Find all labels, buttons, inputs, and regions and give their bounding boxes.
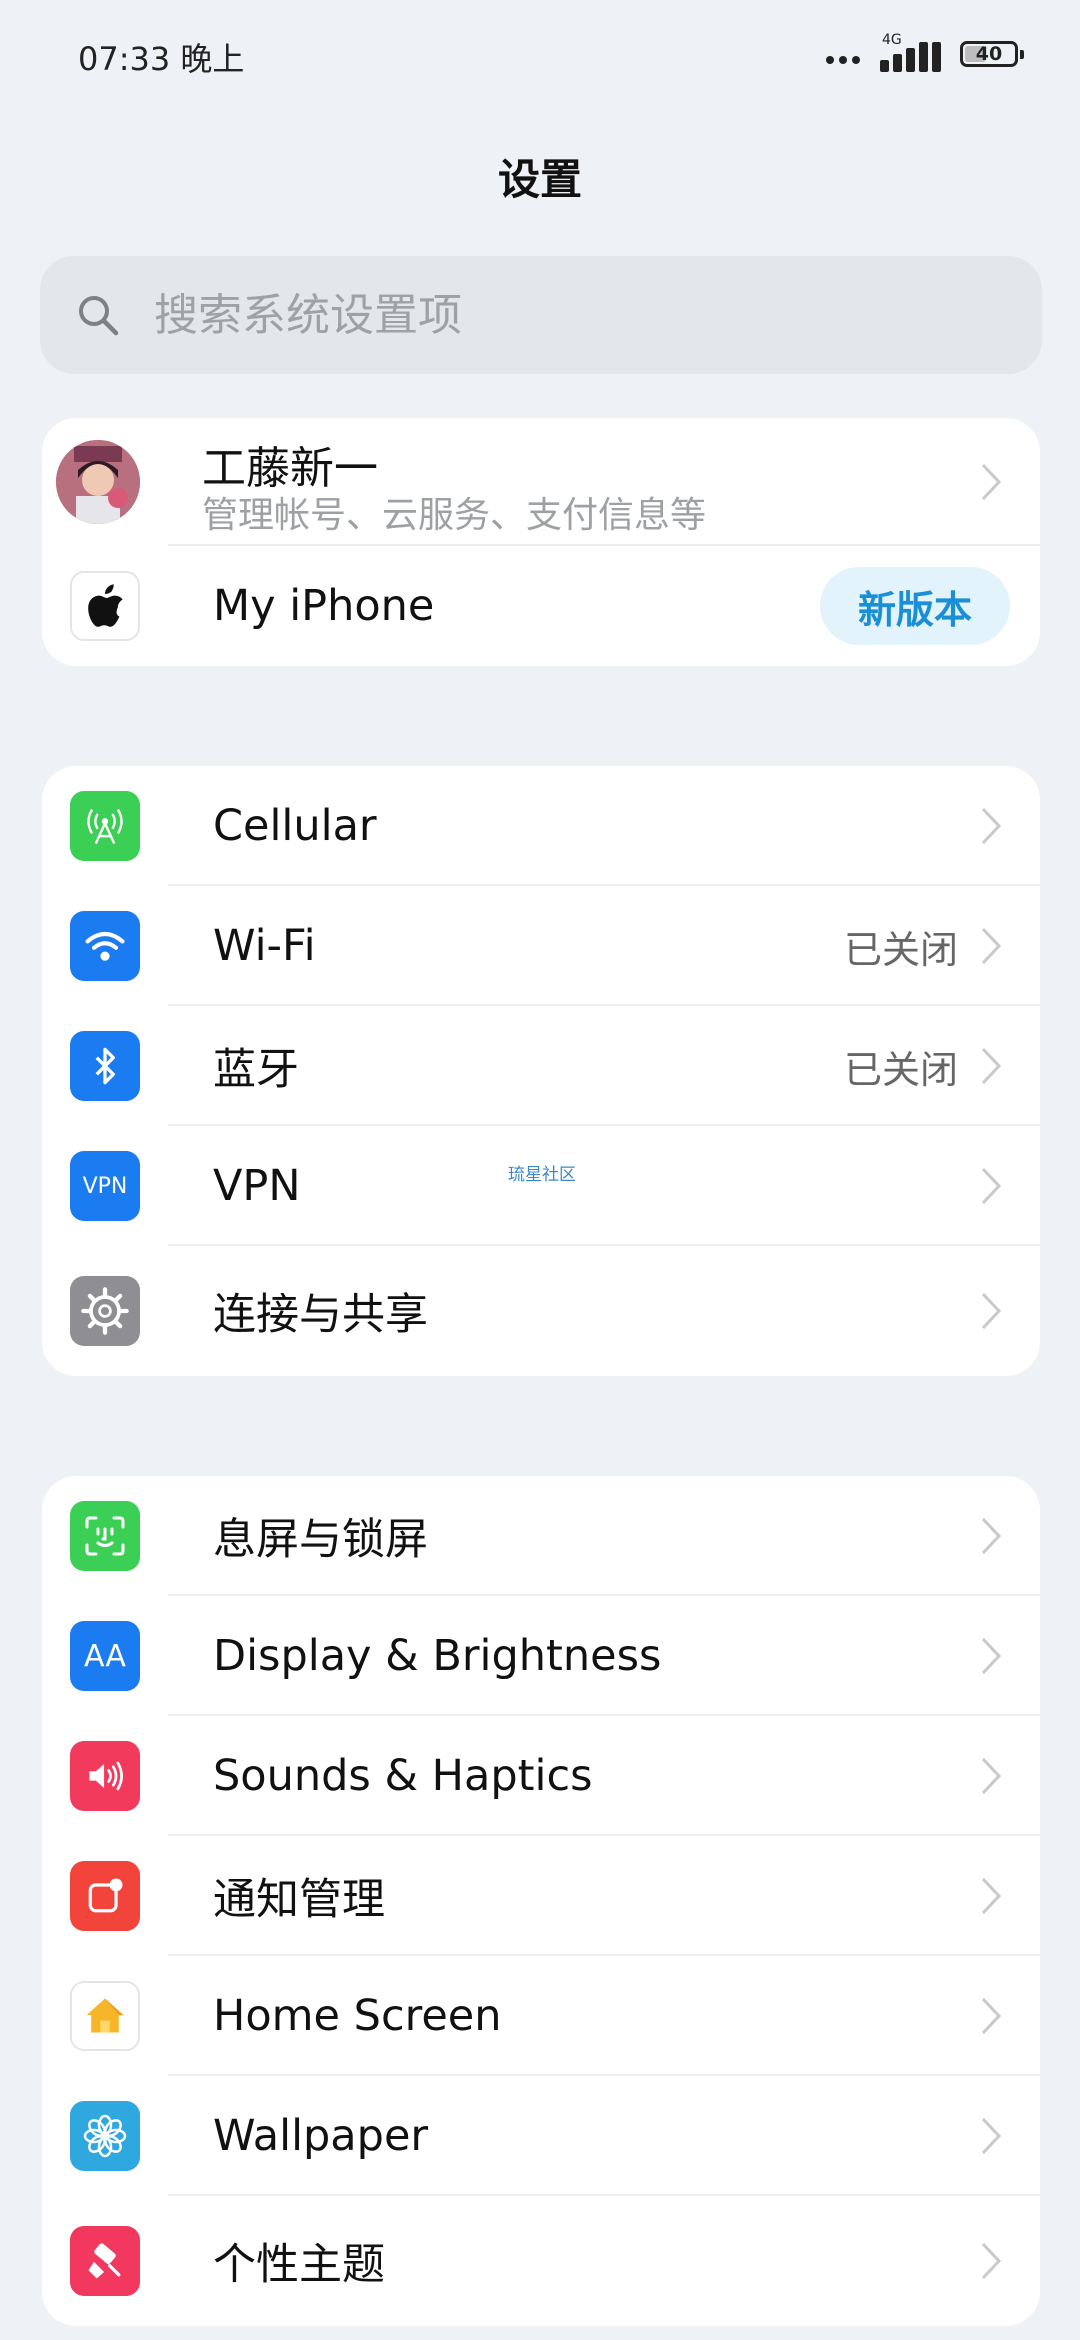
status-bar: 07:33 晚上 4G 40 — [0, 0, 1080, 110]
settings-item-label: 个性主题 — [213, 2240, 385, 2290]
new-version-badge[interactable]: 新版本 — [820, 567, 1010, 645]
battery-percent: 40 — [975, 43, 1003, 65]
bluetooth-status: 已关闭 — [843, 1047, 958, 1092]
face-id-icon — [70, 1501, 140, 1571]
settings-item-label: 蓝牙 — [213, 1045, 299, 1095]
gear-icon — [70, 1276, 140, 1346]
settings-item-label: 通知管理 — [213, 1875, 385, 1925]
cellular-icon — [70, 791, 140, 861]
settings-item-label: 连接与共享 — [213, 1290, 428, 1340]
settings-item-wallpaper[interactable]: Wallpaper — [42, 2076, 1040, 2196]
status-icons: 4G 40 — [826, 30, 1024, 78]
chevron-right-icon — [981, 2117, 1002, 2155]
flower-icon — [70, 2101, 140, 2171]
chevron-right-icon — [981, 1517, 1002, 1555]
chevron-right-icon — [981, 2242, 1002, 2280]
vpn-icon: VPN — [70, 1151, 140, 1221]
more-dots-icon — [826, 56, 860, 64]
my-iphone-row[interactable]: My iPhone 新版本 — [42, 546, 1040, 666]
settings-item-themes[interactable]: 个性主题 — [42, 2196, 1040, 2326]
brush-icon — [70, 2226, 140, 2296]
settings-item-label: Wi-Fi — [213, 921, 316, 971]
wifi-icon — [70, 911, 140, 981]
settings-item-label: Display & Brightness — [213, 1631, 662, 1681]
search-input[interactable] — [154, 289, 954, 341]
settings-item-label: VPN — [213, 1161, 301, 1211]
vpn-icon-text: VPN — [82, 1173, 128, 1199]
account-card: 工藤新一 管理帐号、云服务、支付信息等 My iPhone 新版本 — [42, 418, 1040, 666]
chevron-right-icon — [981, 1292, 1002, 1330]
settings-item-cellular[interactable]: Cellular — [42, 766, 1040, 886]
settings-item-home-screen[interactable]: Home Screen — [42, 1956, 1040, 2076]
general-card: 息屏与锁屏 AA Display & Brightness Sounds & H… — [42, 1476, 1040, 2326]
apple-icon — [70, 571, 140, 641]
wifi-status: 已关闭 — [843, 927, 958, 972]
settings-item-sounds-haptics[interactable]: Sounds & Haptics — [42, 1716, 1040, 1836]
chevron-right-icon — [981, 807, 1002, 845]
network-type: 4G — [882, 32, 902, 48]
page-title: 设置 — [497, 155, 582, 204]
settings-item-label: Home Screen — [213, 1991, 502, 2041]
bluetooth-icon — [70, 1031, 140, 1101]
chevron-right-icon — [981, 1637, 1002, 1675]
connectivity-card: Cellular Wi-Fi 已关闭 蓝牙 已关闭 VPN VPN 连接与共享 — [42, 766, 1040, 1376]
chevron-right-icon — [981, 1877, 1002, 1915]
my-iphone-label: My iPhone — [213, 581, 435, 631]
chevron-right-icon — [981, 1167, 1002, 1205]
chevron-right-icon — [981, 1757, 1002, 1795]
account-row[interactable]: 工藤新一 管理帐号、云服务、支付信息等 — [42, 418, 1040, 546]
text-size-icon: AA — [70, 1621, 140, 1691]
account-subtitle: 管理帐号、云服务、支付信息等 — [202, 495, 707, 536]
notification-icon — [70, 1861, 140, 1931]
status-time: 07:33 晚上 — [78, 40, 245, 78]
settings-item-vpn[interactable]: VPN VPN — [42, 1126, 1040, 1246]
chevron-right-icon — [981, 1997, 1002, 2035]
battery-icon: 40 — [960, 41, 1024, 67]
settings-item-notifications[interactable]: 通知管理 — [42, 1836, 1040, 1956]
home-icon — [70, 1981, 140, 2051]
speaker-icon — [70, 1741, 140, 1811]
chevron-right-icon — [981, 463, 1002, 501]
watermark: 琉星社区 — [508, 1165, 576, 1185]
settings-item-lock-screen[interactable]: 息屏与锁屏 — [42, 1476, 1040, 1596]
chevron-right-icon — [981, 1047, 1002, 1085]
search-icon — [79, 296, 119, 336]
settings-item-wifi[interactable]: Wi-Fi 已关闭 — [42, 886, 1040, 1006]
settings-item-label: Cellular — [213, 801, 377, 851]
settings-item-label: 息屏与锁屏 — [213, 1515, 428, 1565]
settings-item-bluetooth[interactable]: 蓝牙 已关闭 — [42, 1006, 1040, 1126]
settings-item-label: Sounds & Haptics — [213, 1751, 593, 1801]
signal-icon: 4G — [878, 32, 941, 74]
settings-item-connection-sharing[interactable]: 连接与共享 — [42, 1246, 1040, 1376]
search-bar[interactable] — [40, 256, 1042, 374]
settings-item-label: Wallpaper — [213, 2111, 429, 2161]
chevron-right-icon — [981, 927, 1002, 965]
avatar — [56, 440, 140, 524]
text-size-icon-text: AA — [84, 1638, 126, 1674]
settings-item-display-brightness[interactable]: AA Display & Brightness — [42, 1596, 1040, 1716]
